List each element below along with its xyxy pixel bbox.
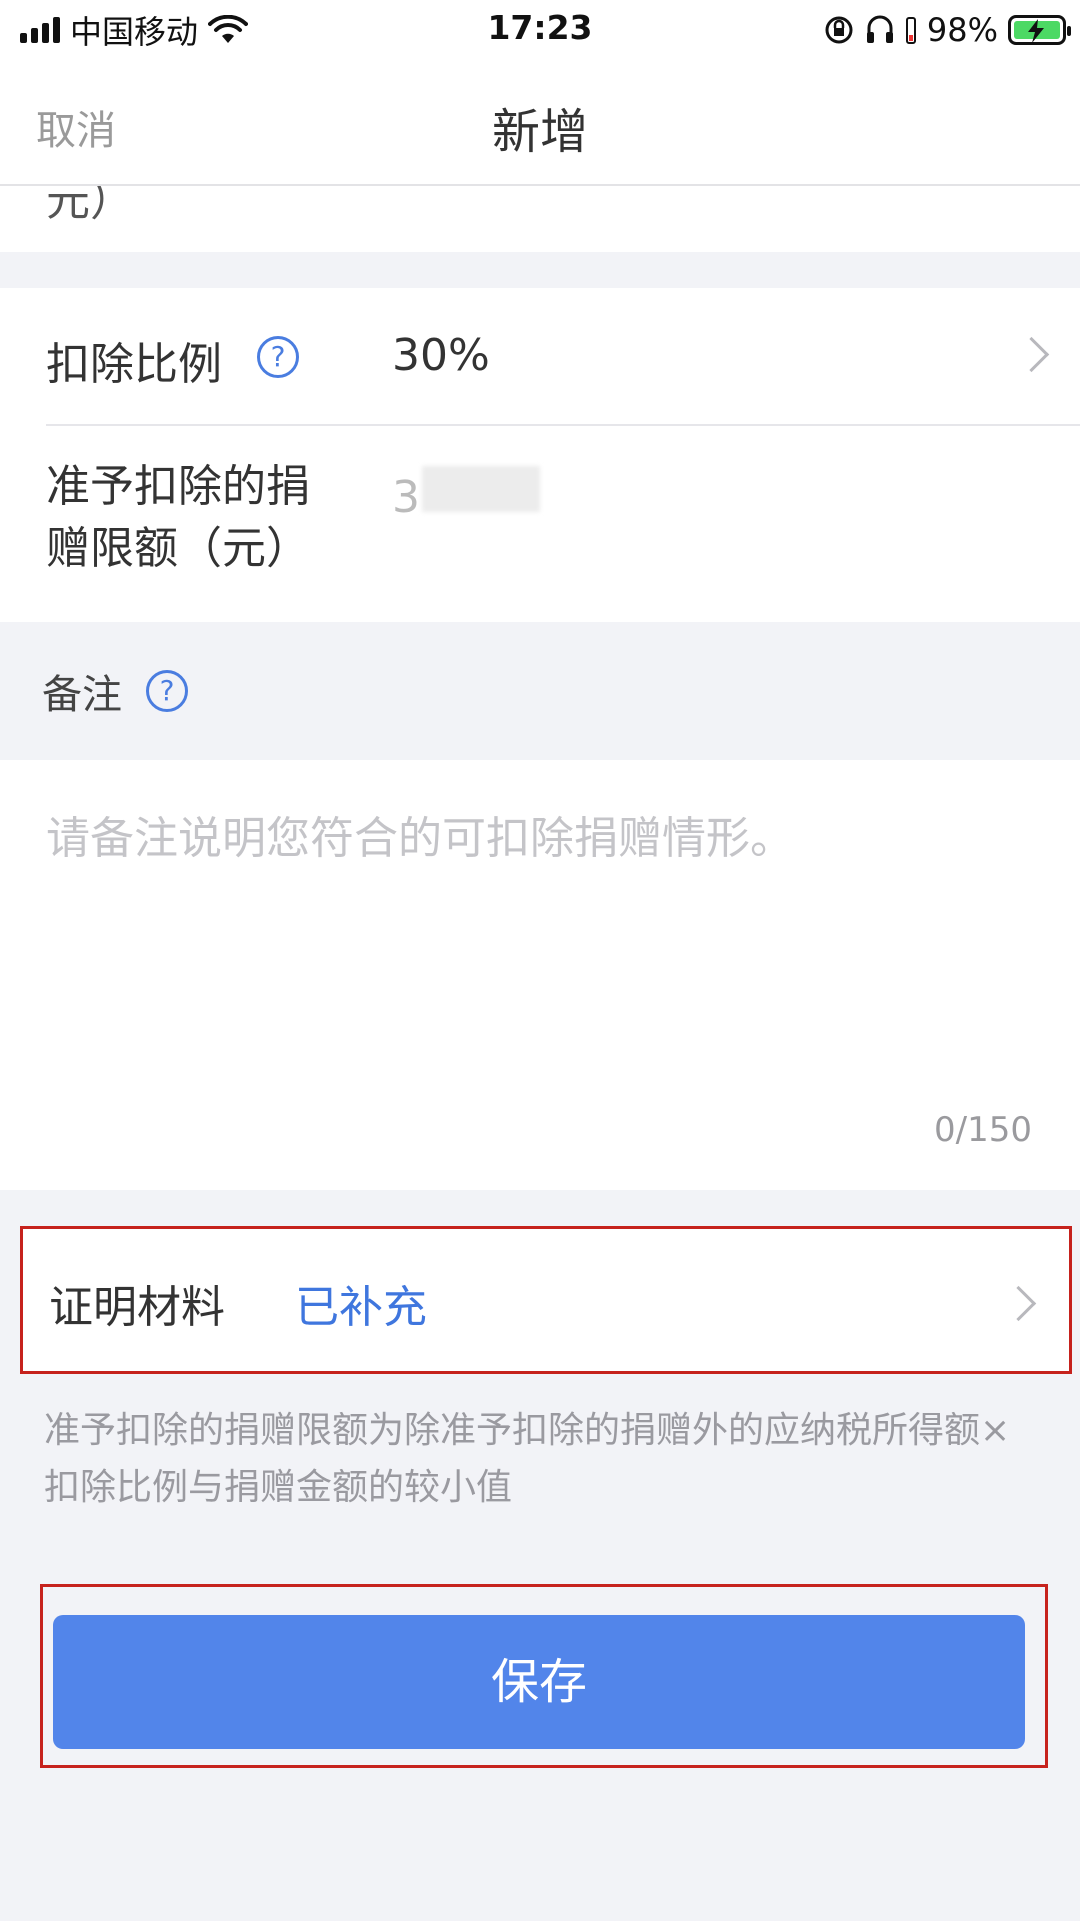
proof-materials-label: 证明材料	[49, 1282, 225, 1333]
previous-field-card: 元）	[0, 186, 1080, 252]
deduction-limit-label: 准予扣除的捐 赠限额（元）	[46, 456, 310, 580]
deduction-limit-label-line1: 准予扣除的捐	[46, 461, 310, 512]
footnote: 准予扣除的捐赠限额为除准予扣除的捐赠外的应纳税所得额×扣除比例与捐赠金额的较小值	[44, 1410, 1011, 1508]
proof-materials-status: 已补充	[295, 1282, 427, 1333]
deduction-ratio-label: 扣除比例	[46, 339, 222, 390]
chevron-right-icon	[1013, 336, 1050, 373]
charging-bolt-icon	[1028, 19, 1044, 43]
deduction-limit-value: 3	[392, 472, 420, 523]
status-bar: 中国移动 17:23 98%	[0, 0, 1080, 60]
deduction-ratio-row[interactable]: 扣除比例 ? 30%	[0, 288, 1080, 424]
battery-percent: 98%	[926, 11, 998, 49]
redacted-amount	[422, 466, 540, 512]
orientation-lock-icon	[825, 16, 853, 44]
deduction-ratio-help-icon[interactable]: ?	[257, 336, 299, 378]
deduction-limit-row: 准予扣除的捐 赠限额（元） 3	[0, 426, 1080, 622]
battery-icon	[1008, 15, 1071, 45]
remark-label: 备注	[42, 672, 122, 718]
page-title: 新增	[491, 104, 588, 160]
deduction-card: 扣除比例 ? 30% 准予扣除的捐 赠限额（元） 3	[0, 288, 1080, 622]
headphones-icon	[866, 15, 893, 43]
previous-field-label-fragment: 元）	[46, 186, 134, 226]
nav-bar: 取消 新增	[0, 60, 1080, 186]
remark-section-header: 备注 ?	[0, 622, 1080, 760]
deduction-ratio-value: 30%	[392, 330, 490, 381]
proof-materials-row[interactable]: 证明材料 已补充	[20, 1226, 1072, 1374]
remark-help-icon[interactable]: ?	[146, 670, 188, 712]
save-button-highlight: 保存	[40, 1584, 1048, 1768]
remark-textarea[interactable]: 请备注说明您符合的可扣除捐赠情形。 0/150	[0, 760, 1080, 1190]
remark-char-counter: 0/150	[934, 1110, 1032, 1150]
status-right: 98%	[823, 8, 1071, 52]
headphone-battery-icon	[905, 17, 916, 44]
chevron-right-icon	[1000, 1285, 1037, 1322]
save-button[interactable]: 保存	[53, 1615, 1025, 1749]
deduction-limit-label-line2: 赠限额（元）	[46, 523, 310, 574]
remark-placeholder: 请备注说明您符合的可扣除捐赠情形。	[46, 813, 794, 864]
